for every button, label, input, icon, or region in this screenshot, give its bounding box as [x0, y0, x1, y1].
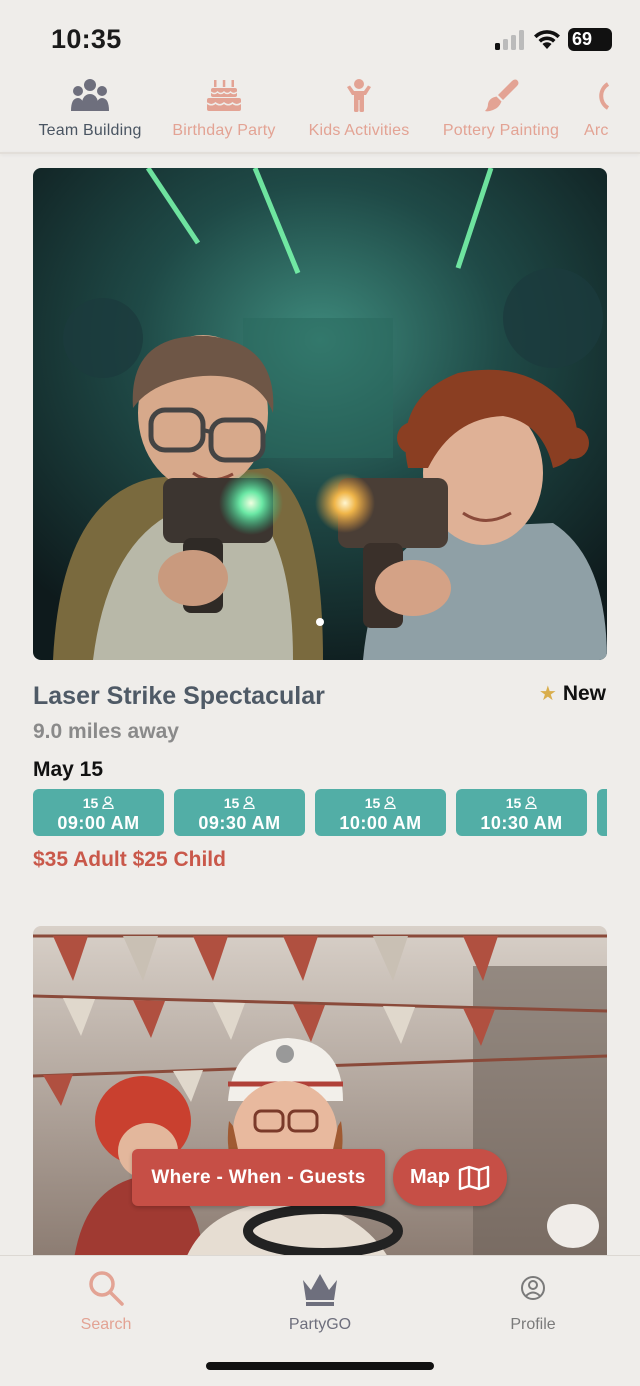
category-birthday-party[interactable]: Birthday Party	[163, 70, 285, 152]
slot-time: 09:30 AM	[198, 813, 281, 833]
nav-search[interactable]: Search	[26, 1268, 186, 1334]
cake-icon	[206, 80, 242, 111]
listing-price: $35 Adult $25 Child	[33, 848, 226, 871]
category-label: Arc	[584, 122, 609, 139]
category-team-building[interactable]: Team Building	[30, 70, 150, 152]
time-slot-button[interactable]: 15 10:00 AM	[315, 789, 446, 836]
category-label: Kids Activities	[308, 122, 410, 139]
wifi-icon	[534, 30, 560, 49]
home-indicator[interactable]	[206, 1362, 434, 1370]
time-slot-row[interactable]: 15 09:00 AM 15 09:30 AM 15 10:00 AM 15 1…	[33, 789, 607, 837]
time-slot-button[interactable]: 15 09:00 AM	[33, 789, 164, 836]
carousel-dot[interactable]	[316, 618, 324, 626]
battery-indicator: 69	[568, 28, 612, 51]
crown-icon	[303, 1274, 337, 1306]
nav-label: Profile	[510, 1316, 556, 1333]
nav-profile[interactable]: Profile	[453, 1268, 613, 1334]
arcade-icon	[599, 82, 610, 110]
category-label: Team Building	[38, 122, 142, 139]
profile-icon	[521, 1276, 545, 1300]
listing-distance: 9.0 miles away	[33, 720, 179, 743]
time-slot-button[interactable]: 15 10:30 AM	[456, 789, 587, 836]
nav-partygo[interactable]: PartyGO	[240, 1268, 400, 1334]
laser-tag-kids-photo	[33, 168, 607, 660]
person-icon	[243, 796, 255, 810]
category-label: Birthday Party	[172, 122, 276, 139]
category-kids-activities[interactable]: Kids Activities	[299, 70, 419, 152]
category-arc[interactable]: Arc	[584, 70, 640, 152]
person-icon	[384, 796, 396, 810]
slot-capacity: 15	[456, 795, 587, 811]
slot-capacity: 15	[315, 795, 446, 811]
listing-feed[interactable]: Laser Strike Spectacular ★ New 9.0 miles…	[0, 154, 640, 1255]
map-button[interactable]: Map	[393, 1149, 507, 1206]
status-bar: 10:35 69	[0, 0, 640, 70]
child-icon	[347, 79, 371, 112]
category-label: Pottery Painting	[442, 122, 560, 139]
nav-label: PartyGO	[288, 1316, 352, 1333]
person-icon	[525, 796, 537, 810]
time-slot-button-partial[interactable]	[597, 789, 607, 836]
listing-title[interactable]: Laser Strike Spectacular	[33, 682, 325, 711]
category-pottery-painting[interactable]: Pottery Painting	[433, 70, 569, 152]
listing-image[interactable]	[33, 168, 607, 660]
map-label: Map	[410, 1166, 450, 1188]
star-icon: ★	[538, 683, 557, 705]
listing-date: May 15	[33, 758, 104, 781]
nav-label: Search	[80, 1316, 132, 1333]
slot-capacity: 15	[174, 795, 305, 811]
cellular-signal-icon	[495, 30, 524, 50]
map-icon	[458, 1165, 490, 1190]
where-when-guests-button[interactable]: Where - When - Guests	[132, 1149, 385, 1206]
new-label: New	[562, 681, 606, 705]
brush-icon	[485, 79, 519, 112]
slot-time: 10:30 AM	[480, 813, 563, 833]
slot-capacity: 15	[33, 795, 164, 811]
person-icon	[102, 796, 114, 810]
listing-badge: ★ New	[539, 681, 606, 706]
team-icon	[71, 79, 109, 111]
status-time: 10:35	[51, 24, 122, 54]
search-icon	[89, 1271, 124, 1306]
slot-time: 09:00 AM	[57, 813, 140, 833]
category-tabs: Team Building Birthday Party Kids Activi…	[0, 70, 640, 152]
slot-time: 10:00 AM	[339, 813, 422, 833]
time-slot-button[interactable]: 15 09:30 AM	[174, 789, 305, 836]
